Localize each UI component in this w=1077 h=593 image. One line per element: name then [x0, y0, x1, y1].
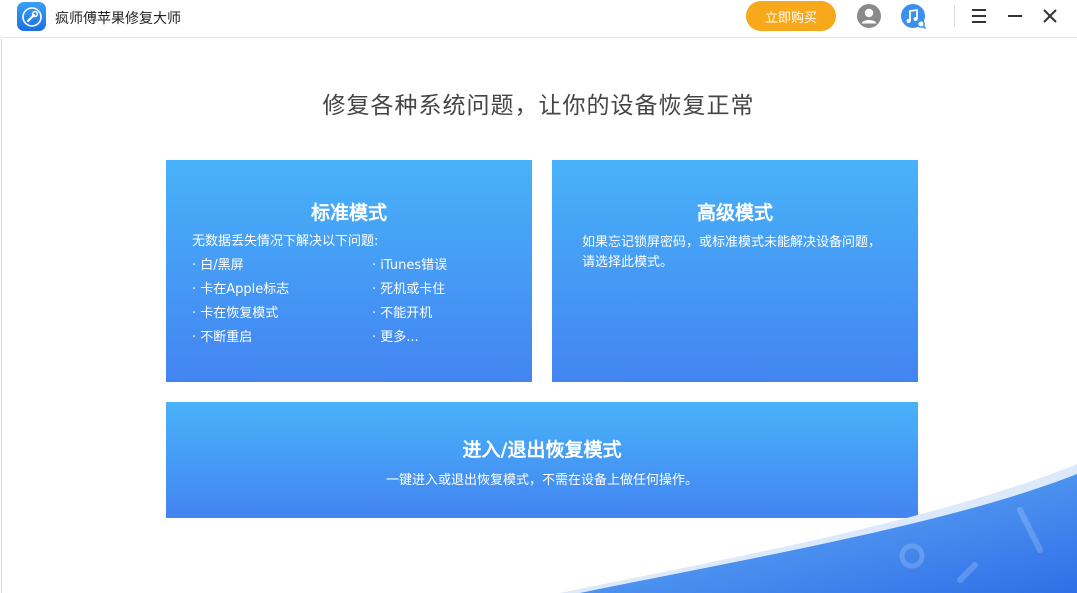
issue-item: · 卡在Apple标志 — [192, 282, 290, 297]
card-subtitle: 无数据丢失情况下解决以下问题: — [192, 234, 379, 249]
title-bar: 疯师傅苹果修复大师 立即购买 — [0, 0, 1077, 38]
card-title: 标准模式 — [310, 202, 387, 224]
buy-now-button[interactable]: 立即购买 — [746, 1, 836, 31]
standard-mode-card[interactable]: 标准模式 无数据丢失情况下解决以下问题: · 白/黑屏 · iTunes错误 ·… — [166, 160, 532, 382]
issue-item: · 死机或卡住 — [372, 282, 446, 297]
card-title: 高级模式 — [696, 202, 773, 224]
user-icon[interactable] — [856, 3, 882, 29]
issue-item: · 白/黑屏 — [192, 258, 244, 273]
minimize-icon[interactable] — [1004, 5, 1026, 27]
window-border — [1, 39, 2, 593]
card-description: 如果忘记锁屏密码，或标准模式未能解决设备问题，请选择此模式。 — [582, 235, 882, 270]
issue-item: · 不能开机 — [372, 306, 433, 321]
issue-item: · 更多... — [372, 330, 419, 345]
menu-icon[interactable] — [968, 5, 990, 27]
issue-item: · iTunes错误 — [372, 258, 448, 273]
page-headline: 修复各种系统问题，让你的设备恢复正常 — [322, 93, 755, 119]
advanced-mode-card[interactable]: 高级模式 如果忘记锁屏密码，或标准模式未能解决设备问题，请选择此模式。 — [552, 160, 918, 382]
close-icon[interactable] — [1039, 5, 1061, 27]
wrench-logo-icon — [17, 2, 46, 31]
toolbar-divider — [954, 5, 955, 27]
issue-item: · 卡在恢复模式 — [192, 306, 279, 321]
music-icon[interactable] — [900, 3, 927, 30]
issue-item: · 不断重启 — [192, 330, 253, 345]
app-title: 疯师傅苹果修复大师 — [55, 11, 181, 27]
decorative-wave — [560, 464, 1077, 593]
